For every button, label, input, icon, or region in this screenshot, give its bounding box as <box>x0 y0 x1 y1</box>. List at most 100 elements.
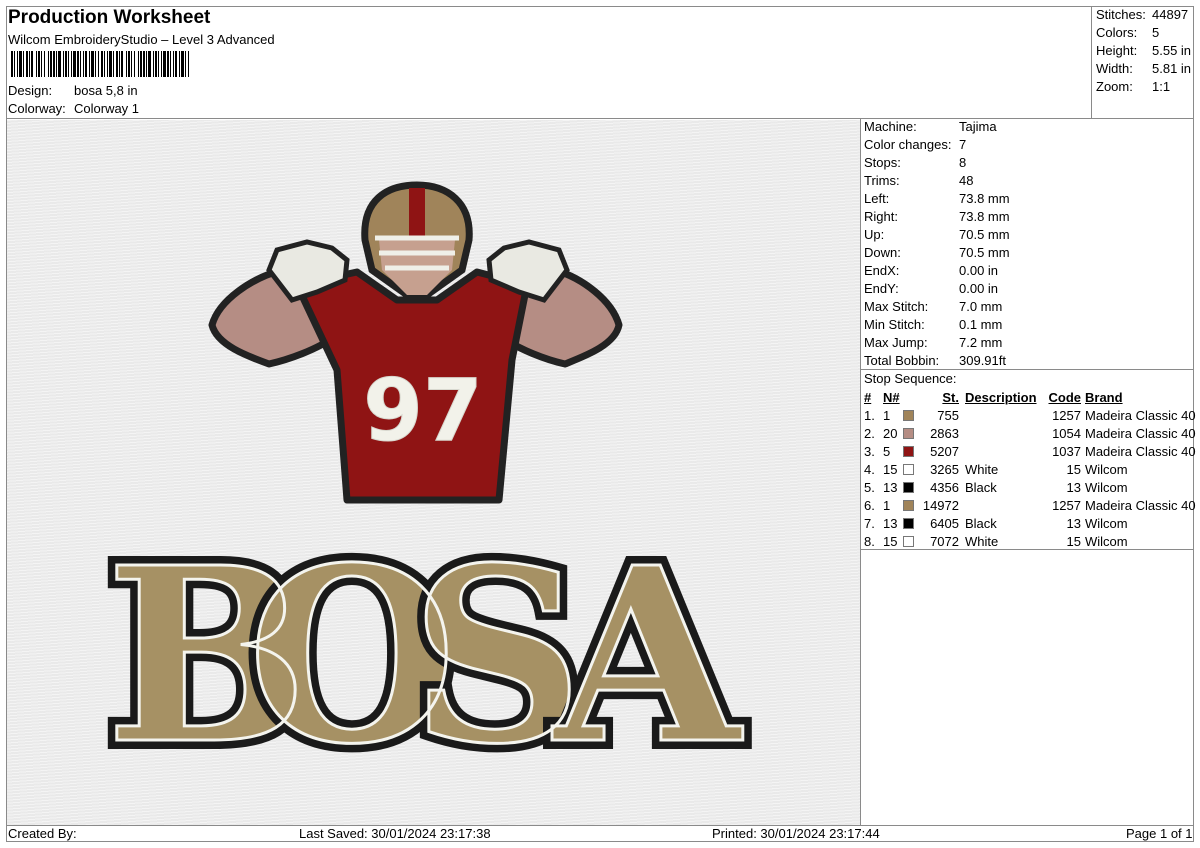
letter-a-outline: A <box>552 515 743 797</box>
param-label: Max Stitch: <box>864 299 929 314</box>
row-description: Black <box>965 480 997 495</box>
row-code: 1257 <box>1052 408 1081 423</box>
row-stitches: 755 <box>937 408 959 423</box>
param-value: 7.2 mm <box>959 335 1003 350</box>
stat-stitches: Stitches: 44897 <box>1096 7 1189 22</box>
swatch-cell <box>903 407 921 425</box>
row-code: 1037 <box>1052 444 1081 459</box>
param-row: Machine: Tajima <box>864 118 1010 136</box>
row-brand: Wilcom <box>1085 480 1128 495</box>
row-brand: Wilcom <box>1085 534 1128 549</box>
col-description: Description <box>965 390 1037 405</box>
stat-colors: Colors: 5 <box>1096 25 1160 40</box>
design-label: Design: <box>8 83 53 98</box>
row-code: 1257 <box>1052 498 1081 513</box>
colorway-label: Colorway: <box>8 101 66 116</box>
row-index: 1. <box>864 408 875 423</box>
colorway-value: Colorway 1 <box>74 101 140 116</box>
col-index: # <box>864 390 872 405</box>
row-description <box>959 425 1045 443</box>
swatch-cell <box>903 533 921 551</box>
param-value: 309.91ft <box>959 353 1006 368</box>
row-stitches: 4356 <box>930 480 959 495</box>
param-row: Right: 73.8 mm <box>864 208 1010 226</box>
stat-zoom: Zoom: 1:1 <box>1096 79 1171 94</box>
col-code: Code <box>1048 390 1082 405</box>
param-value: 0.00 in <box>959 263 999 278</box>
row-code: 13 <box>1066 480 1081 495</box>
param-label: EndX: <box>864 263 900 278</box>
color-swatch <box>903 500 914 511</box>
param-label: Down: <box>864 245 901 260</box>
design-row: Design: bosa 5,8 in <box>8 83 138 98</box>
row-stitches: 14972 <box>922 498 959 513</box>
stat-width: Width: 5.81 in <box>1096 61 1192 76</box>
param-label: Machine: <box>864 119 917 134</box>
row-index: 8. <box>864 534 875 549</box>
param-row: Max Stitch: 7.0 mm <box>864 298 1010 316</box>
row-needle: 1 <box>883 498 891 513</box>
software-subtitle: Wilcom EmbroideryStudio – Level 3 Advanc… <box>8 32 275 47</box>
swatch-cell <box>903 515 921 533</box>
param-row: Max Jump: 7.2 mm <box>864 334 1010 352</box>
row-needle: 5 <box>883 444 891 459</box>
table-header-row: # N# St. Description Code Brand <box>862 389 1196 407</box>
param-label: Trims: <box>864 173 900 188</box>
design-value: bosa 5,8 in <box>74 83 138 98</box>
param-label: Stops: <box>864 155 901 170</box>
param-row: Color changes: 7 <box>864 136 1010 154</box>
param-row: Min Stitch: 0.1 mm <box>864 316 1010 334</box>
footer-printed: Printed: 30/01/2024 23:17:44 <box>712 826 880 841</box>
param-value: 70.5 mm <box>959 227 1010 242</box>
footer-page-number: Page 1 of 1 <box>1126 826 1193 841</box>
color-swatch <box>903 446 914 457</box>
col-stitches: St. <box>942 390 959 405</box>
row-index: 6. <box>864 498 875 513</box>
row-stitches: 2863 <box>930 426 959 441</box>
param-value: 73.8 mm <box>959 209 1010 224</box>
row-index: 7. <box>864 516 875 531</box>
param-label: Left: <box>864 191 890 206</box>
row-stitches: 5207 <box>930 444 959 459</box>
header-divider <box>6 118 1194 119</box>
barcode <box>11 51 189 77</box>
color-swatch <box>903 536 914 547</box>
design-preview: 97 B O S A B O S A <box>7 120 860 825</box>
row-code: 1054 <box>1052 426 1081 441</box>
param-row: Down: 70.5 mm <box>864 244 1010 262</box>
col-swatch <box>903 389 921 407</box>
param-value: 48 <box>959 173 974 188</box>
col-needle: N# <box>883 390 900 405</box>
row-brand: Madeira Classic 40 <box>1085 444 1196 459</box>
row-brand: Madeira Classic 40 <box>1085 498 1196 513</box>
row-description: Black <box>965 516 997 531</box>
embroidery-design: 97 B O S A B O S A <box>97 181 752 806</box>
row-stitches: 7072 <box>930 534 959 549</box>
row-stitches: 6405 <box>930 516 959 531</box>
param-label: EndY: <box>864 281 899 296</box>
table-row: 6. 1 14972 1257 Madeira Classic 40 <box>862 497 1196 515</box>
machine-parameters: Machine: Tajima Color changes: 7 Stops: 8 Trim… <box>864 118 1010 370</box>
stop-sequence-table: # N# St. Description Code Brand 1. 1 755 12… <box>862 389 1196 551</box>
swatch-cell <box>903 497 921 515</box>
row-stitches: 3265 <box>930 462 959 477</box>
table-row: 3. 5 5207 1037 Madeira Classic 40 <box>862 443 1196 461</box>
row-needle: 1 <box>883 408 891 423</box>
param-value: 0.00 in <box>959 281 999 296</box>
color-swatch <box>903 410 914 421</box>
row-index: 5. <box>864 480 875 495</box>
param-value: 0.1 mm <box>959 317 1003 332</box>
row-code: 13 <box>1066 516 1081 531</box>
param-label: Up: <box>864 227 885 242</box>
color-swatch <box>903 482 914 493</box>
row-description <box>959 497 1045 515</box>
param-label: Color changes: <box>864 137 952 152</box>
table-row: 1. 1 755 1257 Madeira Classic 40 <box>862 407 1196 425</box>
swatch-cell <box>903 479 921 497</box>
row-index: 2. <box>864 426 875 441</box>
row-brand: Madeira Classic 40 <box>1085 408 1196 423</box>
param-row: Left: 73.8 mm <box>864 190 1010 208</box>
table-row: 2. 20 2863 1054 Madeira Classic 40 <box>862 425 1196 443</box>
col-brand: Brand <box>1085 390 1123 405</box>
param-label: Max Jump: <box>864 335 928 350</box>
